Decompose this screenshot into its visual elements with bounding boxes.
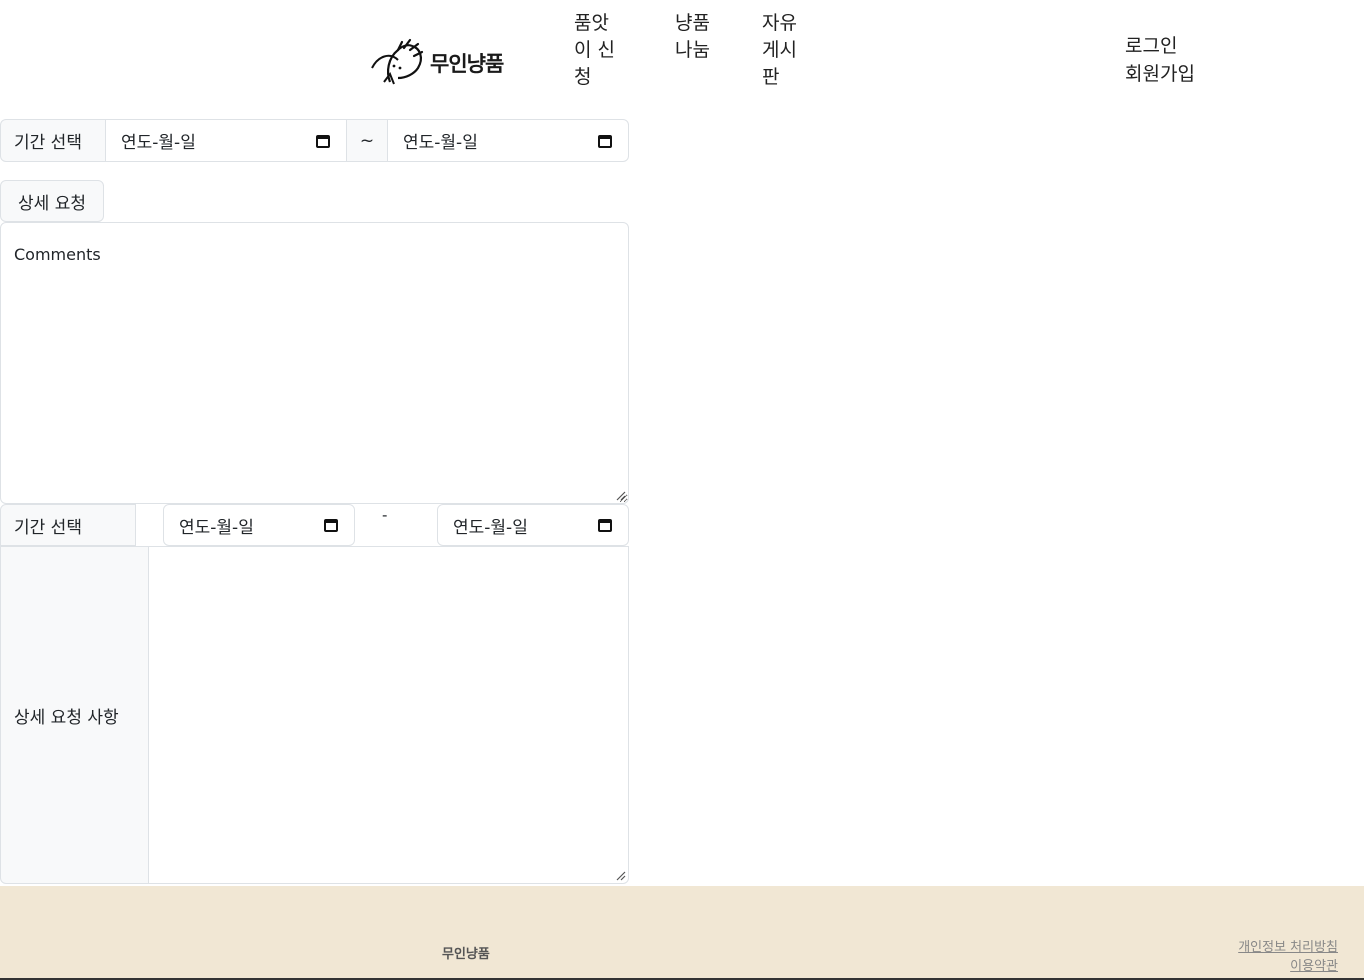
privacy-policy-link[interactable]: 개인정보 처리방침 (1238, 938, 1338, 957)
login-link[interactable]: 로그인 (1125, 32, 1195, 60)
calendar-icon[interactable] (597, 133, 613, 149)
period-label: 기간 선택 (0, 119, 106, 162)
date-separator-2: - (382, 506, 388, 524)
detail-request-button[interactable]: 상세 요청 (0, 180, 104, 222)
end-date-placeholder: 연도-월-일 (403, 133, 478, 153)
end-date-input[interactable]: 연도-월-일 (387, 119, 629, 162)
logo-text: 무인냥품 (430, 52, 504, 76)
signup-link[interactable]: 회원가입 (1125, 60, 1195, 88)
nav-free-board[interactable]: 자유게시판 (762, 10, 804, 91)
footer-links: 개인정보 처리방침 이용약관 (1238, 938, 1338, 976)
cat-hand-logo-icon (371, 38, 424, 85)
site-header: 무인냥품 품앗이 신청 냥품나눔 자유게시판 로그인 회원가입 (0, 0, 1364, 118)
start-date-input-2[interactable]: 연도-월-일 (163, 504, 355, 546)
start-date-placeholder: 연도-월-일 (121, 133, 196, 153)
calendar-icon[interactable] (315, 133, 331, 149)
nav-nyangpum-share[interactable]: 냥품나눔 (675, 10, 717, 64)
start-date-input[interactable]: 연도-월-일 (105, 119, 347, 162)
end-date-placeholder-2: 연도-월-일 (453, 517, 528, 538)
period-input-group: 기간 선택 연도-월-일 ~ 연도-월-일 (0, 119, 629, 162)
site-logo[interactable]: 무인냥품 (368, 38, 504, 88)
auth-links: 로그인 회원가입 (1125, 32, 1195, 88)
nav-pumasi-apply[interactable]: 품앗이 신청 (574, 10, 622, 91)
comments-textarea[interactable]: Comments (0, 222, 629, 504)
resize-handle-icon[interactable] (616, 871, 626, 881)
calendar-icon[interactable] (597, 517, 613, 533)
detail-request-textarea[interactable] (148, 546, 629, 884)
site-footer: 무인냥품 개인정보 처리방침 이용약관 (0, 886, 1364, 980)
footer-brand: 무인냥품 (442, 947, 490, 962)
period-label-2: 기간 선택 (0, 504, 136, 546)
comments-placeholder: Comments (14, 245, 101, 264)
terms-of-use-link[interactable]: 이용약관 (1238, 957, 1338, 976)
start-date-placeholder-2: 연도-월-일 (179, 517, 254, 538)
detail-request-label: 상세 요청 사항 (0, 546, 149, 884)
date-separator: ~ (346, 119, 388, 162)
calendar-icon[interactable] (323, 517, 339, 533)
end-date-input-2[interactable]: 연도-월-일 (437, 504, 629, 546)
resize-handle-icon[interactable] (616, 491, 626, 501)
